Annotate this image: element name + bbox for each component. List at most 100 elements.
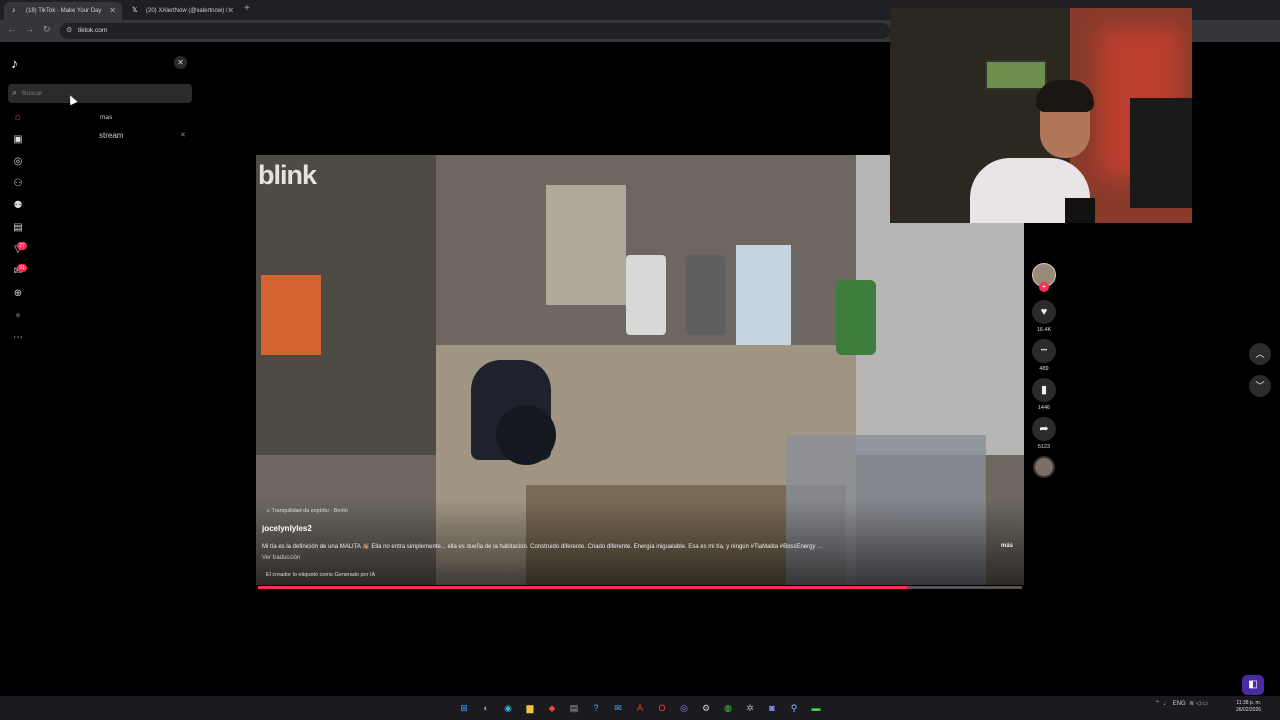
discord-icon[interactable]: ◙ [765, 701, 779, 715]
webcam-scene-microphone [1065, 198, 1095, 223]
music-disc-icon[interactable] [1033, 456, 1055, 478]
explore-icon[interactable]: ◎ [11, 155, 25, 169]
comment-button[interactable]: ••• [1032, 339, 1056, 363]
tab-title: (20) XAlertNow (@xalertnow) / [146, 8, 228, 14]
webcam-scene-aquarium [985, 60, 1047, 90]
windows-icon[interactable]: ⊞ [457, 701, 471, 715]
x-icon: 𝕏 [132, 7, 138, 14]
video-scene-water-bottles [736, 245, 791, 345]
bookmark-button[interactable]: ▮ [1032, 378, 1056, 402]
taskbar-clock[interactable]: 11:38 p. m. 26/02/2026 [1236, 700, 1261, 714]
webcam-scene-person-hair [1036, 80, 1094, 112]
remove-history-icon[interactable]: ✕ [180, 131, 186, 139]
share-icon: ➦ [1039, 423, 1049, 435]
tab-title: (18) TikTok - Make Your Day [26, 8, 102, 14]
chevron-down-icon: ﹀ [1255, 381, 1265, 391]
reload-button[interactable]: ↻ [43, 24, 51, 35]
live-icon[interactable]: ▤ [11, 221, 25, 235]
search-input[interactable] [22, 86, 187, 101]
clock-time: 11:38 p. m. [1236, 700, 1262, 706]
files-icon[interactable]: ▆ [523, 701, 537, 715]
forward-button[interactable]: → [25, 24, 34, 34]
video-scene-trash-can [686, 255, 726, 335]
edge-icon[interactable]: ◉ [501, 701, 515, 715]
gem-icon[interactable]: ◆ [545, 701, 559, 715]
browser-tab-x[interactable]: 𝕏 (20) XAlertNow (@xalertnow) / ✕ [124, 2, 240, 20]
settings-icon[interactable]: ⚙ [699, 701, 713, 715]
like-button[interactable]: ♥ [1032, 300, 1056, 324]
browser-tab-tiktok[interactable]: ♪ (18) TikTok - Make Your Day ✕ [4, 2, 122, 20]
video-scene-person [496, 405, 556, 465]
url-text: tiktok.com [78, 27, 108, 34]
tiktok-logo-icon[interactable]: ♪ [11, 55, 18, 71]
copilot-icon[interactable]: ◐ [479, 701, 493, 715]
new-tab-button[interactable]: + [244, 3, 250, 14]
close-search-panel-button[interactable]: ✕ [174, 56, 187, 69]
help-icon[interactable]: ? [589, 701, 603, 715]
tiktok-icon: ♪ [12, 7, 16, 14]
search-icon: ⌕ [12, 87, 18, 97]
video-progress-fill [258, 586, 907, 589]
caption-more-link[interactable]: más [1001, 543, 1013, 549]
wifi-icon[interactable]: ≋ [1189, 701, 1194, 707]
next-video-button[interactable]: ﹀ [1249, 375, 1271, 397]
share-count: 5123 [1037, 444, 1051, 450]
heart-icon: ♥ [1040, 306, 1048, 318]
volume-icon[interactable]: ◁ [1196, 701, 1201, 707]
search-history-item[interactable]: mas [100, 114, 112, 121]
video-caption: Mi tía es la definición de una MALITA 👏🏽… [262, 544, 823, 550]
upload-icon[interactable]: ⊕ [11, 287, 25, 301]
shop-icon[interactable]: ▣ [11, 133, 25, 147]
share-button[interactable]: ➦ [1032, 417, 1056, 441]
comment-icon: ••• [1040, 348, 1048, 354]
music-label[interactable]: ♫ Tranquilidad da espíritu · Berlin [266, 508, 348, 514]
steam-icon[interactable]: ⚲ [787, 701, 801, 715]
acrobat-icon[interactable]: A [633, 701, 647, 715]
comment-count: 489 [1039, 366, 1049, 372]
video-scene-green-drum [836, 280, 876, 355]
following-icon[interactable]: ⚇ [11, 177, 25, 191]
author-name[interactable]: jocelynlyles2 [262, 524, 312, 533]
language-indicator[interactable]: ENG [1173, 701, 1186, 707]
close-tab-icon[interactable]: ✕ [227, 2, 234, 20]
profile-icon[interactable]: ● [11, 309, 25, 323]
home-icon[interactable]: ⌂ [11, 111, 25, 125]
chevron-up-icon[interactable]: ⌃ [1155, 701, 1160, 707]
follow-button[interactable]: + [1039, 282, 1049, 292]
bookmark-icon: ▮ [1040, 384, 1048, 396]
video-scene-cabinet [546, 185, 626, 305]
video-scene-cooler [261, 275, 321, 355]
activity-badge: 27 [17, 242, 27, 250]
floating-app-icon[interactable]: ◧ [1242, 675, 1264, 695]
store-icon[interactable]: ▤ [567, 701, 581, 715]
system-tray[interactable]: ⌃ ♩ ENG ≋ ◁ ▭ [1155, 700, 1208, 707]
like-count: 16.4K [1036, 327, 1052, 333]
opera-icon[interactable]: O [655, 701, 669, 715]
back-button[interactable]: ← [7, 24, 16, 34]
address-bar[interactable]: ⚙ tiktok.com [60, 23, 890, 39]
bookmark-count: 1446 [1037, 405, 1051, 411]
video-watermark: blink [258, 160, 317, 190]
translate-link[interactable]: Ver traducción [262, 555, 300, 561]
terminal-icon[interactable]: ▬ [809, 701, 823, 715]
chrome-icon[interactable]: ◍ [721, 701, 735, 715]
clock-date: 26/02/2026 [1236, 707, 1262, 713]
search-box[interactable]: ⌕ [8, 84, 192, 103]
video-scene-bucket [626, 255, 666, 335]
friends-icon[interactable]: ⚉ [11, 199, 25, 213]
chevron-up-icon: ︿ [1255, 349, 1265, 359]
mic-icon[interactable]: ♩ [1163, 701, 1169, 707]
more-icon[interactable]: ⋯ [11, 331, 25, 345]
ai-generated-label: El creador lo etiquetó como Generado por… [266, 572, 376, 578]
previous-video-button[interactable]: ︿ [1249, 343, 1271, 365]
webcam-overlay [890, 8, 1192, 223]
search-history-item[interactable]: stream [99, 131, 123, 140]
site-settings-icon[interactable]: ⚙ [66, 23, 72, 39]
close-tab-icon[interactable]: ✕ [109, 2, 116, 20]
messages-badge: 31 [17, 264, 27, 272]
obs-icon[interactable]: ◎ [677, 701, 691, 715]
gear-icon[interactable]: ✲ [743, 701, 757, 715]
mail-icon[interactable]: ✉ [611, 701, 625, 715]
webcam-scene-chair [1130, 98, 1192, 208]
battery-icon[interactable]: ▭ [1202, 701, 1208, 707]
